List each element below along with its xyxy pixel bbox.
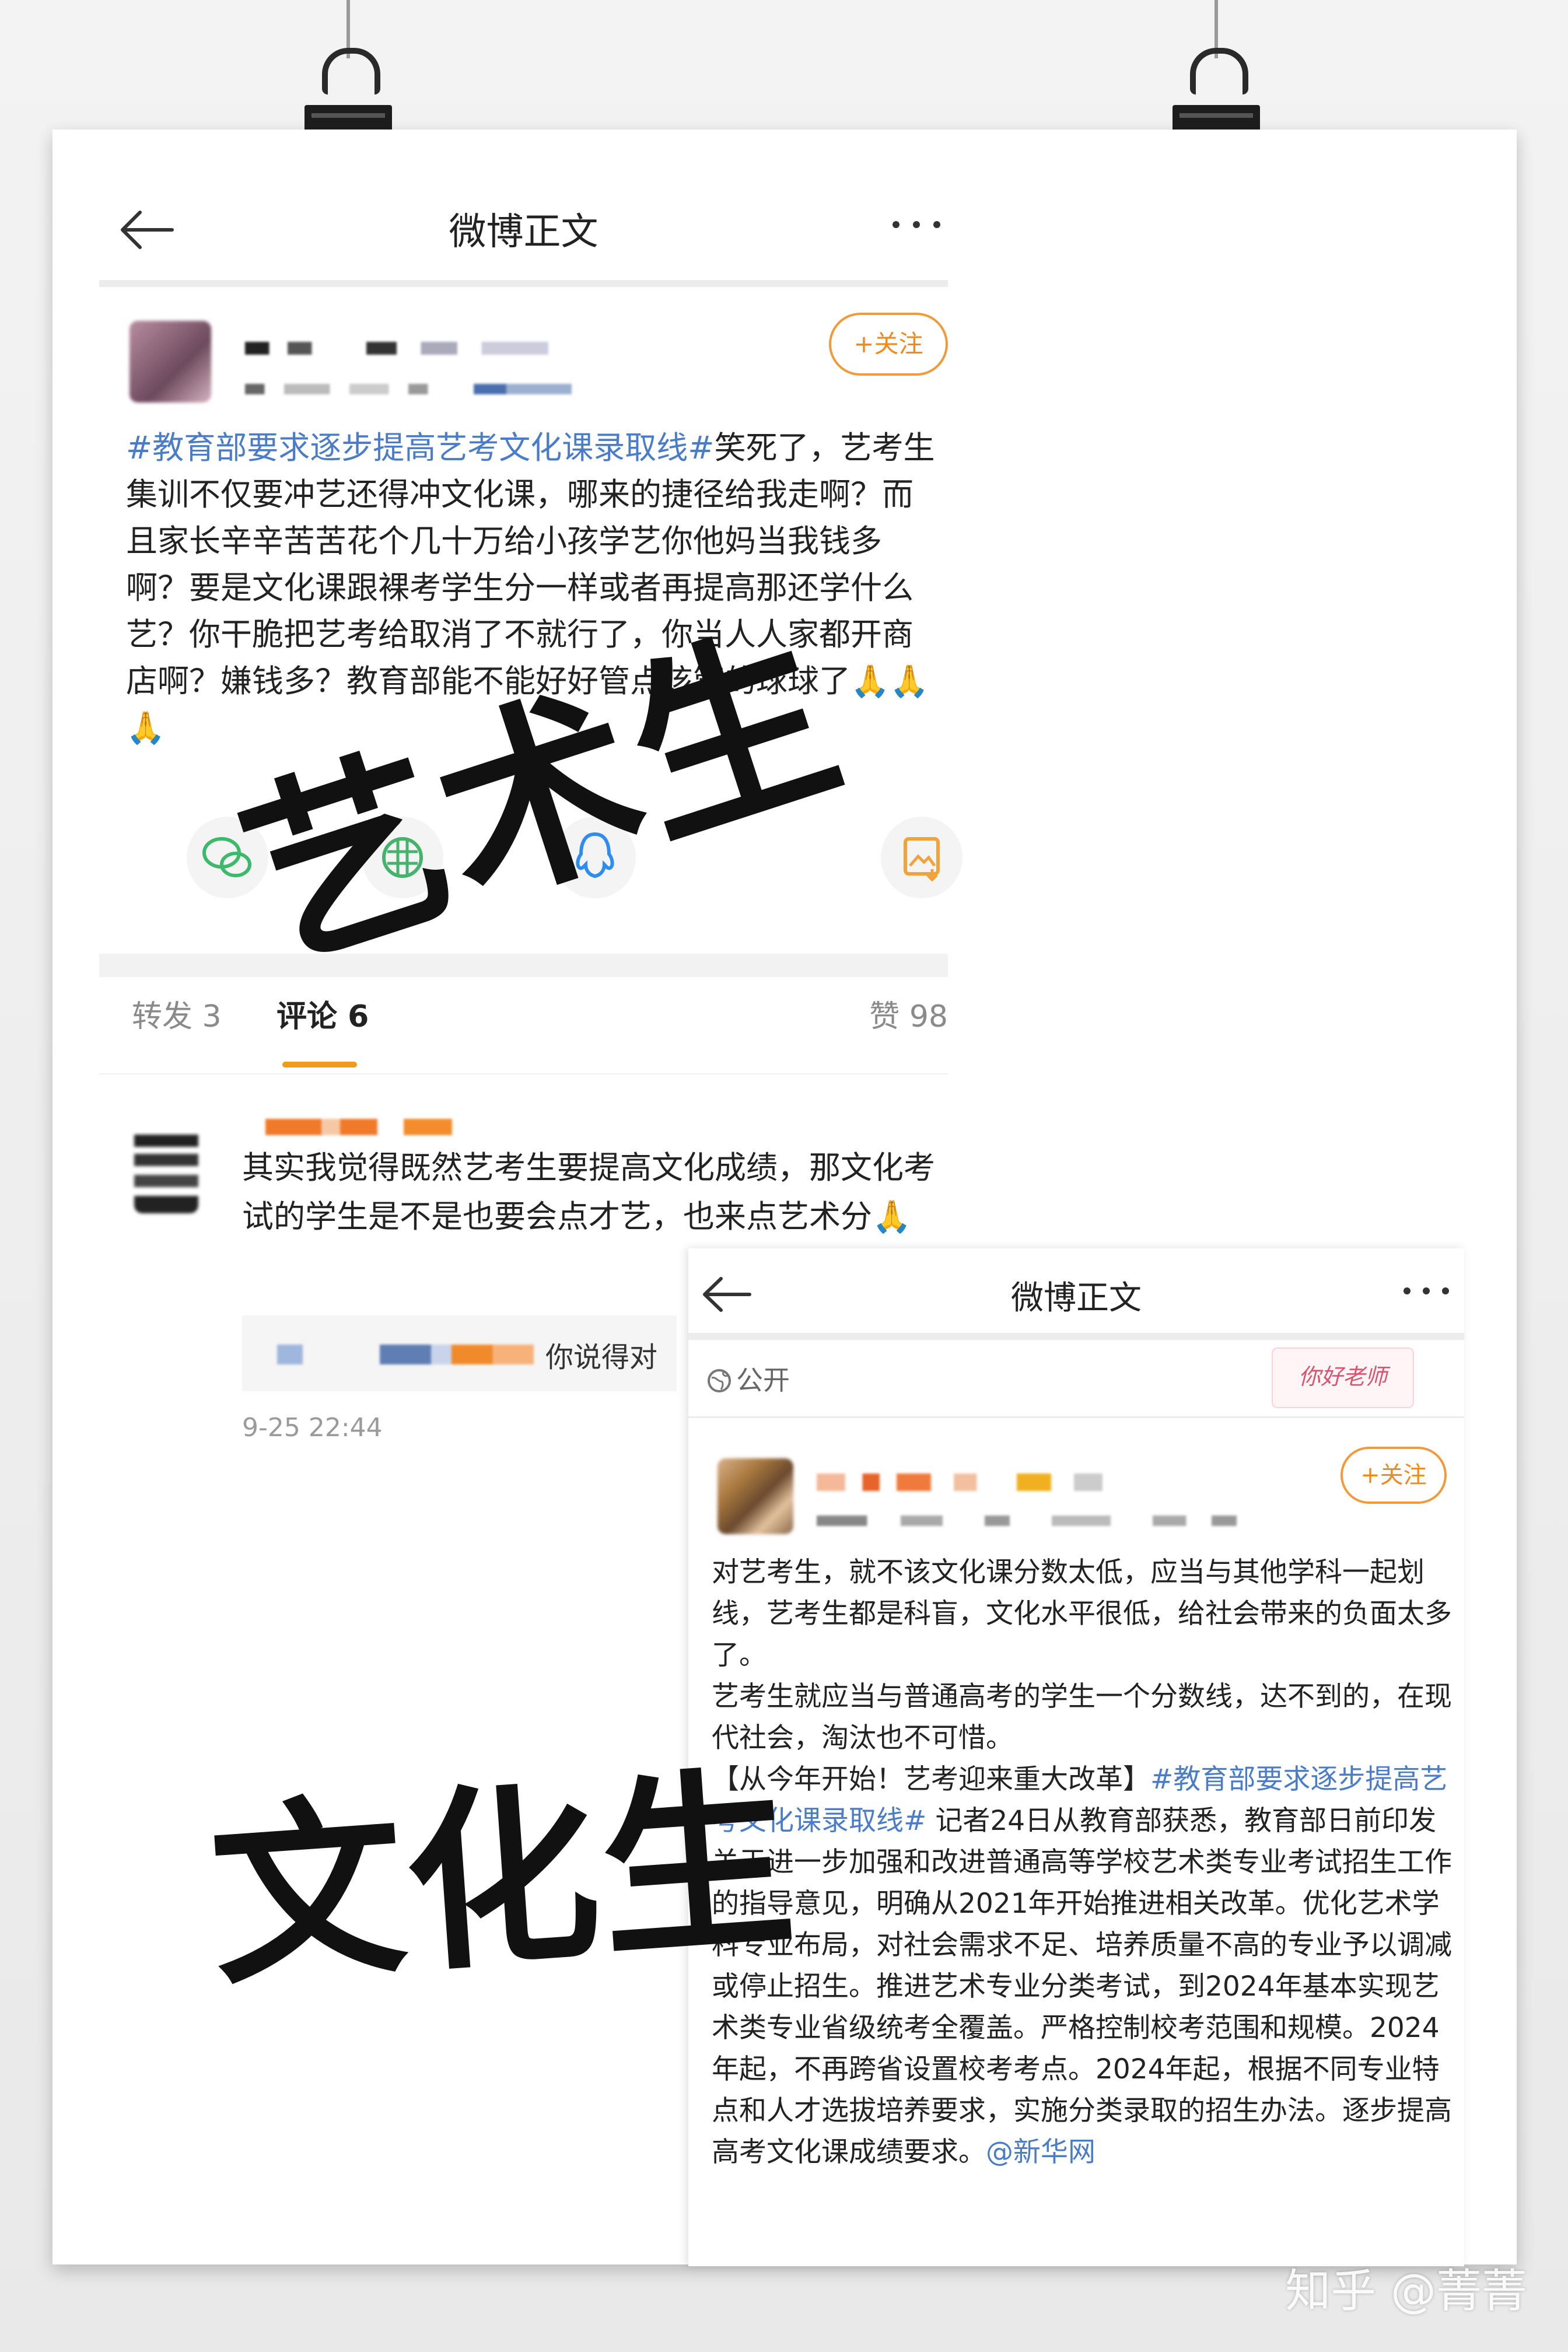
hashtag-link[interactable]: #教育部要求逐步提高艺考文化课录取线# — [126, 429, 715, 466]
commenter-avatar[interactable] — [134, 1126, 198, 1213]
save-image-icon — [904, 837, 940, 882]
active-tab-indicator — [282, 1062, 357, 1068]
nav-header: 微博正文 — [99, 175, 948, 287]
more-options-icon[interactable] — [887, 216, 946, 233]
post-paragraph-1: 对艺考生，就不该文化课分数太低，应当与其他学科一起划线，艺考生都是科盲，文化水平… — [712, 1556, 1452, 1671]
interaction-tabs: 转发 3 评论 6 赞 98 — [99, 992, 948, 1044]
save-image-button[interactable] — [881, 817, 963, 898]
visibility-indicator: 公开 — [706, 1359, 790, 1398]
news-body: 记者24日从教育部获悉，教育部日前印发关于进一步加强和改进普通高等学校艺术类专业… — [712, 1805, 1452, 2168]
reply-preview[interactable]: 你说得对 — [242, 1315, 677, 1391]
visibility-label: 公开 — [736, 1364, 790, 1396]
page-title: 微博正文 — [1011, 1279, 1142, 1317]
weibo-post-card-culture: 微博正文 公开 你好老师 +关注 对艺考生，就不该文化课分数太低，应当与其他学科… — [688, 1248, 1464, 2266]
nav-header-2: 微博正文 — [688, 1248, 1464, 1340]
post-meta-blurred — [817, 1516, 1237, 1526]
avatar-2[interactable] — [718, 1458, 793, 1534]
globe-icon — [708, 1369, 731, 1392]
tabs-divider — [99, 1073, 948, 1074]
page-title: 微博正文 — [449, 211, 598, 254]
avatar[interactable] — [130, 321, 211, 402]
reply-text: 你说得对 — [545, 1341, 658, 1374]
handwritten-label-culture: 文化生 — [204, 1747, 803, 2012]
section-divider — [99, 954, 948, 977]
tab-repost[interactable]: 转发 3 — [132, 992, 222, 1035]
follow-button[interactable]: +关注 — [829, 313, 948, 376]
username-blurred[interactable] — [245, 342, 548, 355]
post-content: 对艺考生，就不该文化课分数太低，应当与其他学科一起划线，艺考生都是科盲，文化水平… — [712, 1552, 1452, 2173]
card2-divider — [688, 1416, 1464, 1418]
post-paragraph-2: 艺考生就应当与普通高考的学生一个分数线，达不到的，在现代社会，淘汰也不可惜。 — [712, 1681, 1452, 1754]
username-blurred[interactable] — [817, 1474, 1102, 1491]
post-meta-blurred — [245, 384, 572, 394]
tab-like[interactable]: 赞 98 — [869, 992, 948, 1035]
reply-author-blurred — [277, 1345, 534, 1364]
comment-text: 其实我觉得既然艺考生要提高文化成绩，那文化考试的学生是不是也要会点才艺，也来点艺… — [242, 1149, 935, 1235]
hello-teacher-sticker: 你好老师 — [1272, 1348, 1414, 1408]
commenter-name-blurred[interactable] — [265, 1119, 452, 1135]
mention-link[interactable]: @新华网 — [986, 2136, 1096, 2168]
watermark: 知乎 @菁菁 — [1285, 2265, 1527, 2318]
comment-timestamp: 9-25 22:44 — [242, 1413, 383, 1443]
more-options-icon[interactable] — [1400, 1283, 1452, 1298]
follow-button[interactable]: +关注 — [1340, 1447, 1447, 1504]
news-paragraph: 【从今年开始！艺考迎来重大改革】#教育部要求逐步提高艺考文化课录取线# 记者24… — [712, 1759, 1452, 2173]
